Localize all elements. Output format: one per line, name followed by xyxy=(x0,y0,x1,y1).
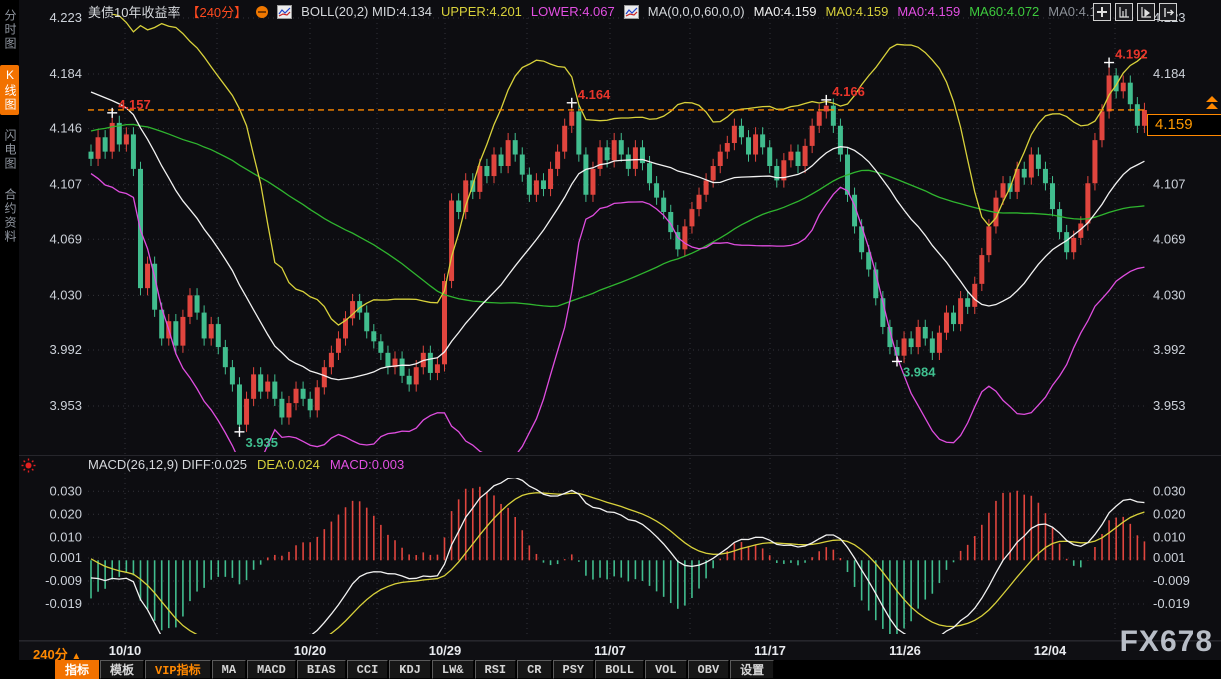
toolbar-button-VOL[interactable]: VOL xyxy=(645,660,687,679)
macd-legend-item: MACD(26,12,9) DIFF:0.025 xyxy=(88,457,247,473)
macd-legend-item: MACD:0.003 xyxy=(330,457,404,473)
sidebar-tab-闪电图[interactable]: 闪电图 xyxy=(0,126,19,174)
legend-item: MA0:4.159 xyxy=(825,4,888,19)
svg-text:4.146: 4.146 xyxy=(49,121,82,136)
svg-text:4.164: 4.164 xyxy=(578,87,611,102)
scale-x-icon[interactable] xyxy=(1137,3,1155,21)
toolbar-button-OBV[interactable]: OBV xyxy=(688,660,730,679)
sidebar-tab-分时图[interactable]: 分时图 xyxy=(0,6,19,54)
toolbar-button-LW&[interactable]: LW& xyxy=(432,660,474,679)
macd-panel-icon[interactable] xyxy=(21,458,36,473)
svg-text:3.992: 3.992 xyxy=(49,342,82,357)
svg-text:0.020: 0.020 xyxy=(1153,506,1186,521)
date-tick-label: 10/20 xyxy=(294,643,327,658)
svg-text:0.010: 0.010 xyxy=(49,529,82,544)
svg-text:3.953: 3.953 xyxy=(1153,398,1186,413)
date-tick-label: 10/10 xyxy=(109,643,142,658)
svg-text:0.030: 0.030 xyxy=(1153,483,1186,498)
svg-text:3.953: 3.953 xyxy=(49,398,82,413)
date-tick-label: 11/17 xyxy=(754,643,786,658)
legend-item: MA0:4.159 xyxy=(754,4,817,19)
last-price-tag: 4.159 xyxy=(1147,114,1221,136)
toolbar-button-RSI[interactable]: RSI xyxy=(475,660,517,679)
date-tick-label: 10/29 xyxy=(429,643,462,658)
chart-plot-area[interactable]: 4.1573.9354.1644.1663.9844.1924.2234.223… xyxy=(0,0,1221,679)
toolbar-button-PSY[interactable]: PSY xyxy=(553,660,595,679)
exit-icon[interactable] xyxy=(1159,3,1177,21)
macd-legend: MACD(26,12,9) DIFF:0.025 DEA:0.024 MACD:0.… xyxy=(88,457,404,473)
legend-item: MA0:4.159 xyxy=(897,4,960,19)
svg-text:4.107: 4.107 xyxy=(1153,177,1186,192)
svg-text:4.184: 4.184 xyxy=(49,66,82,81)
sidebar: 分时图 K线图闪电图合约资料 xyxy=(0,0,19,679)
toolbar-button-BOLL[interactable]: BOLL xyxy=(595,660,644,679)
price-up-arrow-icon xyxy=(1205,96,1219,110)
macd-legend-item: DEA:0.024 xyxy=(257,457,320,473)
svg-text:4.069: 4.069 xyxy=(1153,231,1186,246)
toolbar-button-模板[interactable]: 模板 xyxy=(100,660,144,679)
svg-text:4.192: 4.192 xyxy=(1115,47,1148,62)
svg-text:4.157: 4.157 xyxy=(118,97,151,112)
sidebar-tab-K线图[interactable]: K线图 xyxy=(0,65,19,115)
legend-item: UPPER:4.201 xyxy=(441,4,522,19)
legend-item: BOLL(20,2) MID:4.134 xyxy=(301,4,432,19)
svg-text:4.030: 4.030 xyxy=(49,287,82,302)
toolbar-button-设置[interactable]: 设置 xyxy=(730,660,774,679)
toolbar-button-CR[interactable]: CR xyxy=(517,660,551,679)
svg-text:4.166: 4.166 xyxy=(832,84,865,99)
instrument-title: 美债10年收益率 xyxy=(88,2,180,21)
indicator-chart-icon xyxy=(277,5,292,19)
svg-text:4.030: 4.030 xyxy=(1153,287,1186,302)
toolbar-button-MA[interactable]: MA xyxy=(212,660,246,679)
indicator-chart-icon xyxy=(624,5,639,19)
svg-text:-0.009: -0.009 xyxy=(1153,573,1190,588)
svg-text:4.223: 4.223 xyxy=(49,10,82,25)
watermark: FX678 xyxy=(1120,625,1213,659)
toolbar-button-CCI[interactable]: CCI xyxy=(347,660,389,679)
svg-text:-0.009: -0.009 xyxy=(45,573,82,588)
toolbar-button-MACD[interactable]: MACD xyxy=(247,660,296,679)
date-tick-label: 11/07 xyxy=(594,643,626,658)
period-badge[interactable]: 【240分】 xyxy=(186,2,247,21)
indicator-toolbar: 指标模板VIP指标MAMACDBIASCCIKDJLW&RSICRPSYBOLL… xyxy=(0,660,1221,679)
toolbar-button-BIAS[interactable]: BIAS xyxy=(297,660,346,679)
chart-window-icons xyxy=(1093,3,1177,21)
legend-item: MA60:4.072 xyxy=(969,4,1039,19)
svg-text:4.069: 4.069 xyxy=(49,231,82,246)
toolbar-button-KDJ[interactable]: KDJ xyxy=(389,660,431,679)
svg-text:3.935: 3.935 xyxy=(245,435,278,450)
legend-item: LOWER:4.067 xyxy=(531,4,615,19)
indicator-values: BOLL(20,2) MID:4.134 UPPER:4.201 LOWER:4.0… xyxy=(277,4,1111,19)
app-window: 4.1573.9354.1644.1663.9844.1924.2234.223… xyxy=(0,0,1221,679)
svg-text:-0.019: -0.019 xyxy=(45,596,82,611)
date-tick-label: 12/04 xyxy=(1034,643,1067,658)
period-adjust-icon[interactable] xyxy=(256,6,268,18)
svg-text:3.992: 3.992 xyxy=(1153,342,1186,357)
date-axis: 240分 ▲ 10/1010/2010/2911/0711/1711/2612/… xyxy=(19,641,1221,661)
svg-text:3.984: 3.984 xyxy=(903,364,936,379)
svg-text:4.184: 4.184 xyxy=(1153,66,1186,81)
svg-text:4.107: 4.107 xyxy=(49,177,82,192)
chart-legend: 美债10年收益率 【240分】 BOLL(20,2) MID:4.134 UPPE… xyxy=(88,3,1111,20)
scale-y-icon[interactable] xyxy=(1115,3,1133,21)
toolbar-button-VIP指标[interactable]: VIP指标 xyxy=(145,660,211,679)
svg-text:0.030: 0.030 xyxy=(49,483,82,498)
svg-text:0.020: 0.020 xyxy=(49,506,82,521)
svg-text:0.001: 0.001 xyxy=(1153,550,1186,565)
date-tick-label: 11/26 xyxy=(889,643,921,658)
legend-item: MA(0,0,0,60,0,0) xyxy=(648,4,745,19)
svg-text:0.001: 0.001 xyxy=(49,550,82,565)
toolbar-button-指标[interactable]: 指标 xyxy=(55,660,99,679)
pan-icon[interactable] xyxy=(1093,3,1111,21)
svg-text:0.010: 0.010 xyxy=(1153,529,1186,544)
sidebar-tab-合约资料[interactable]: 合约资料 xyxy=(0,185,19,247)
svg-text:-0.019: -0.019 xyxy=(1153,596,1190,611)
